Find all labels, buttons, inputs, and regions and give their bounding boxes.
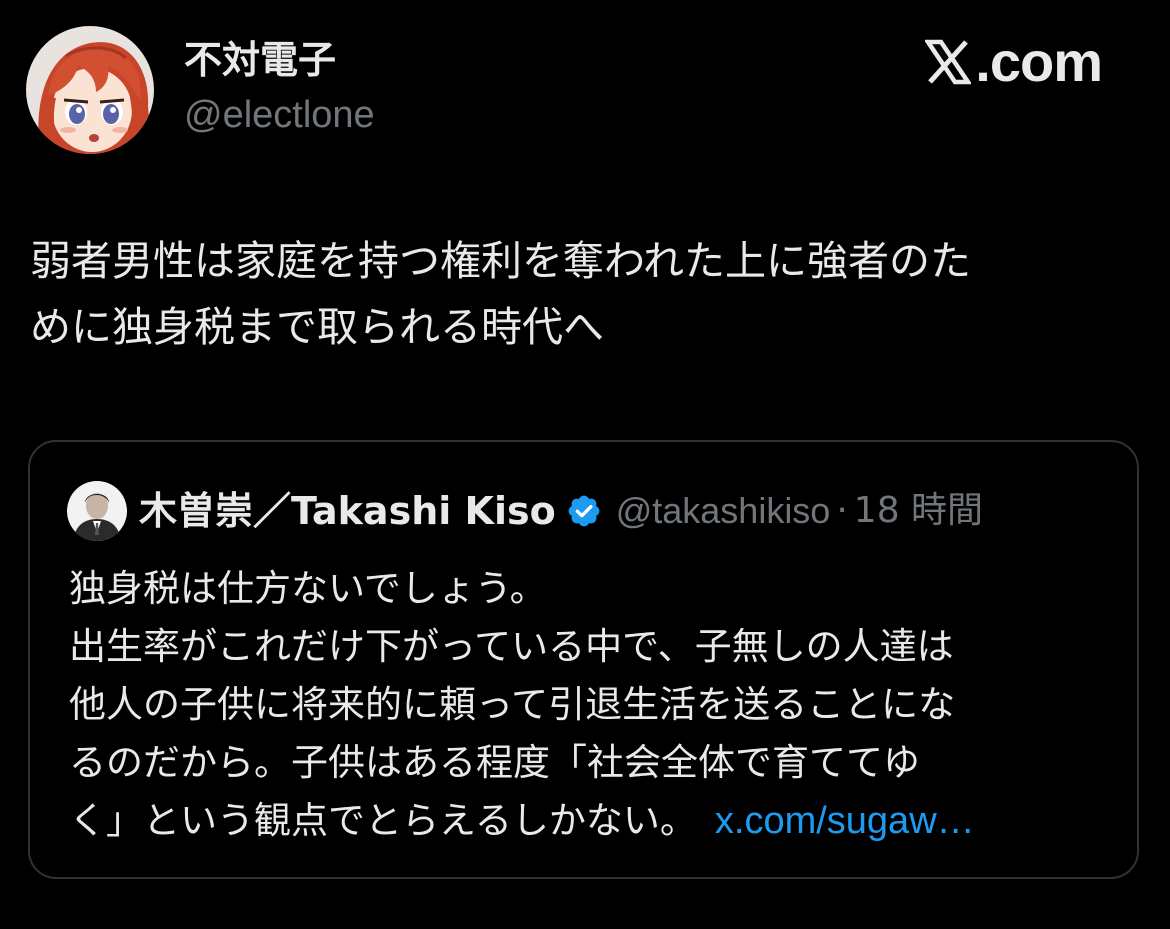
tweet-text-line: めに独身税まで取られる時代へ bbox=[30, 303, 604, 351]
quoted-tweet-link[interactable]: x.com/sugaw… bbox=[715, 800, 975, 842]
tweet-text: 弱者男性は家庭を持つ権利を奪われた上に強者のた めに独身税まで取られる時代へ bbox=[30, 228, 1140, 360]
man-in-suit-avatar-icon bbox=[67, 481, 127, 541]
anime-girl-avatar-icon bbox=[26, 26, 154, 154]
quoted-tweet-timestamp[interactable]: 18 時間 bbox=[854, 487, 983, 535]
quoted-tweet-text: 独身税は仕方ないでしょう。 出生率がこれだけ下がっている中で、子無しの人達は 他… bbox=[69, 560, 1109, 850]
x-logo-icon bbox=[925, 39, 972, 85]
site-logo: .com bbox=[925, 30, 1103, 94]
quoted-author-handle[interactable]: @takashikiso bbox=[616, 487, 831, 535]
quoted-author-avatar[interactable] bbox=[67, 481, 127, 541]
quoted-text-line-last: く」という観点でとらえるしかない。 x.com/sugaw… bbox=[69, 792, 1109, 850]
author-avatar[interactable] bbox=[26, 26, 154, 154]
quoted-text-line: 出生率がこれだけ下がっている中で、子無しの人達は bbox=[69, 625, 954, 668]
quoted-text-line: 他人の子供に将来的に頼って引退生活を送ることにな bbox=[69, 683, 956, 726]
site-name: .com bbox=[975, 30, 1103, 93]
author-handle[interactable]: @electlone bbox=[184, 92, 375, 138]
quoted-text-line: く」という観点でとらえるしかない。 bbox=[69, 799, 697, 842]
tweet-text-line: 弱者男性は家庭を持つ権利を奪われた上に強者のた bbox=[30, 237, 971, 285]
quoted-text-line: るのだから。子供はある程度「社会全体で育ててゆ bbox=[69, 741, 920, 784]
verified-badge-icon bbox=[568, 495, 600, 527]
meta-separator: · bbox=[836, 490, 848, 531]
author-display-name[interactable]: 不対電子 bbox=[184, 36, 336, 84]
quoted-author-name[interactable]: 木曽崇／Takashi Kiso bbox=[139, 487, 556, 535]
quoted-text-line: 独身税は仕方ないでしょう。 bbox=[69, 567, 547, 610]
quoted-tweet-header: 木曽崇／Takashi Kiso @takashikiso · 18 時間 bbox=[67, 480, 983, 542]
quoted-tweet-card[interactable]: 木曽崇／Takashi Kiso @takashikiso · 18 時間 独身… bbox=[28, 440, 1139, 879]
